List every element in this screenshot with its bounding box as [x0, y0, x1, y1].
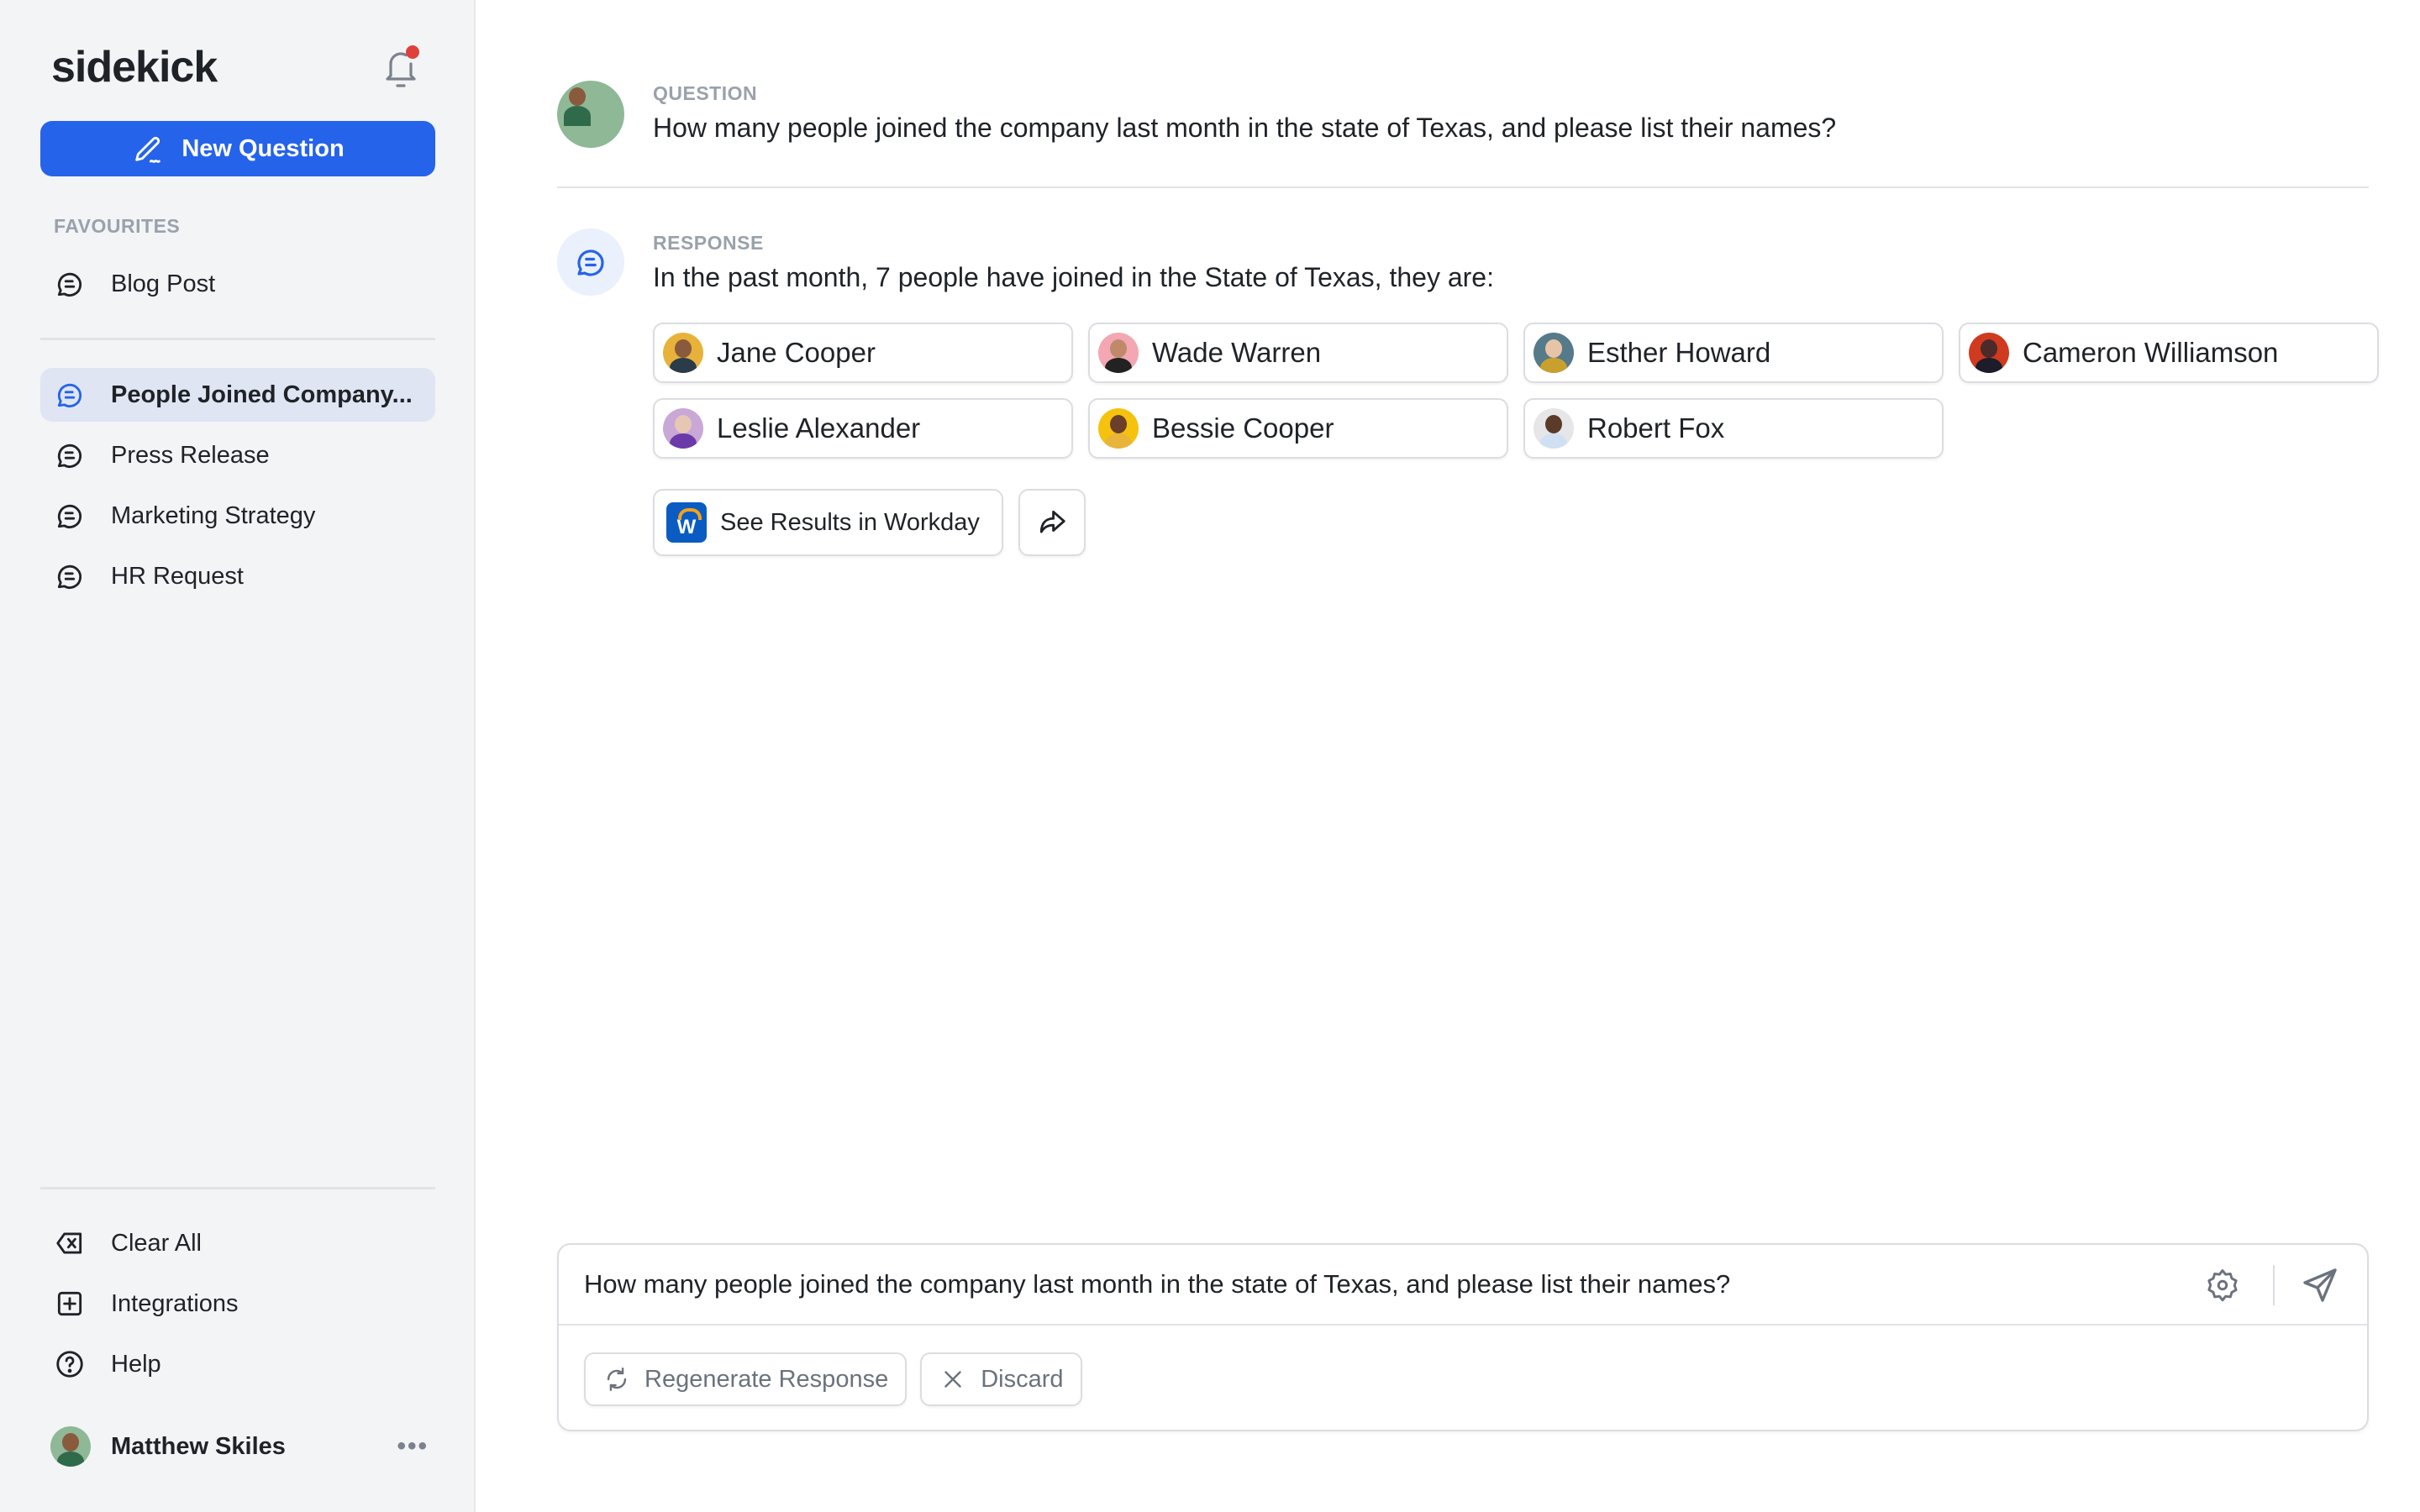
workday-button-label: See Results in Workday	[720, 508, 980, 536]
question-input[interactable]	[584, 1245, 2181, 1324]
sidebar-item-label: People Joined Company...	[111, 381, 413, 408]
message-divider	[557, 186, 2369, 188]
sidebar-divider	[40, 338, 435, 340]
sidebar-item-people-joined-company[interactable]: People Joined Company...	[40, 368, 435, 422]
person-name: Leslie Alexander	[717, 412, 921, 444]
person-name: Jane Cooper	[717, 337, 876, 368]
see-results-in-workday-button[interactable]: W See Results in Workday	[653, 489, 1003, 556]
user-profile[interactable]: Matthew Skiles •••	[50, 1425, 429, 1468]
chat-icon	[57, 504, 82, 528]
person-avatar	[1969, 333, 2009, 373]
person-chip[interactable]: Jane Cooper	[653, 323, 1073, 383]
question-label: QUESTION	[653, 82, 758, 104]
person-name: Esther Howard	[1587, 337, 1771, 368]
people-list: Jane Cooper Wade Warren Esther Howard Camer…	[653, 323, 2379, 459]
sidebar-item-label: Help	[111, 1350, 161, 1378]
person-avatar	[663, 408, 703, 449]
brand-logo: sidekick	[51, 43, 218, 92]
sidebar-item-hr-request[interactable]: HR Request	[40, 549, 435, 603]
help-button[interactable]: Help	[40, 1337, 435, 1391]
notification-badge	[406, 45, 419, 59]
refresh-icon	[607, 1368, 627, 1391]
chat-icon	[577, 249, 604, 276]
person-chip[interactable]: Esther Howard	[1523, 323, 1944, 383]
app-root: sidekick New Question FAVOURITES Blog Po…	[0, 0, 2420, 1512]
chat-icon	[57, 564, 82, 589]
person-avatar	[1098, 408, 1139, 449]
sidebar-header: sidekick	[51, 37, 421, 97]
sidebar-item-label: Blog Post	[111, 270, 216, 297]
share-button[interactable]	[1018, 489, 1086, 556]
sidebar-item-label: Press Release	[111, 441, 270, 469]
send-icon[interactable]	[2300, 1265, 2340, 1305]
person-chip[interactable]: Leslie Alexander	[653, 398, 1073, 459]
notifications-button[interactable]	[381, 45, 421, 89]
more-options-button[interactable]: •••	[397, 1432, 429, 1461]
help-circle-icon	[56, 1351, 83, 1378]
new-question-label: New Question	[182, 134, 345, 162]
chat-icon	[57, 444, 82, 468]
response-actions: W See Results in Workday	[653, 489, 1086, 556]
person-name: Wade Warren	[1152, 337, 1322, 368]
share-forward-icon	[1039, 510, 1065, 533]
person-chip[interactable]: Wade Warren	[1088, 323, 1508, 383]
regenerate-label: Regenerate Response	[644, 1365, 889, 1393]
user-name: Matthew Skiles	[111, 1432, 286, 1460]
plus-square-icon	[57, 1291, 82, 1316]
sidebar-item-label: HR Request	[111, 562, 244, 590]
workday-logo-icon: W	[666, 502, 707, 543]
chat-icon	[57, 383, 82, 407]
person-name: Cameron Williamson	[2023, 337, 2279, 368]
sidebar: sidekick New Question FAVOURITES Blog Po…	[0, 0, 476, 1512]
response-avatar	[557, 228, 624, 296]
person-name: Bessie Cooper	[1152, 412, 1334, 444]
question-text: How many people joined the company last …	[653, 113, 1837, 143]
person-name: Robert Fox	[1587, 412, 1725, 444]
person-chip[interactable]: Cameron Williamson	[1959, 323, 2379, 383]
response-text: In the past month, 7 people have joined …	[653, 262, 1494, 292]
sidebar-item-label: Marketing Strategy	[111, 501, 316, 529]
backspace-x-icon	[56, 1232, 82, 1254]
new-question-button[interactable]: New Question	[40, 121, 435, 176]
person-chip[interactable]: Bessie Cooper	[1088, 398, 1508, 459]
sidebar-item-label: Clear All	[111, 1229, 202, 1257]
question-avatar	[557, 81, 624, 148]
sidebar-item-blog-post[interactable]: Blog Post	[40, 257, 435, 311]
composer-actions: Regenerate Response Discard	[584, 1352, 1082, 1406]
response-label: RESPONSE	[653, 232, 764, 254]
close-icon	[944, 1371, 961, 1388]
person-avatar	[1534, 408, 1574, 449]
conversation-pane: QUESTION How many people joined the comp…	[476, 0, 2420, 1512]
chat-icon	[57, 272, 82, 297]
favourites-heading: FAVOURITES	[54, 215, 181, 237]
sidebar-item-marketing-strategy[interactable]: Marketing Strategy	[40, 489, 435, 543]
discard-label: Discard	[981, 1365, 1064, 1393]
person-avatar	[1098, 333, 1139, 373]
gear-icon[interactable]	[2204, 1267, 2241, 1304]
person-avatar	[663, 333, 703, 373]
person-chip[interactable]: Robert Fox	[1523, 398, 1944, 459]
sidebar-divider	[40, 1187, 435, 1189]
sidebar-item-press-release[interactable]: Press Release	[40, 428, 435, 482]
person-avatar	[1534, 333, 1574, 373]
avatar	[50, 1426, 91, 1467]
pen-icon	[135, 136, 161, 163]
sidebar-item-label: Integrations	[111, 1289, 239, 1317]
composer-separator	[2273, 1265, 2275, 1305]
discard-button[interactable]: Discard	[920, 1352, 1082, 1406]
regenerate-response-button[interactable]: Regenerate Response	[584, 1352, 908, 1406]
integrations-button[interactable]: Integrations	[40, 1277, 435, 1331]
clear-all-button[interactable]: Clear All	[40, 1216, 435, 1270]
composer-divider	[559, 1324, 2367, 1326]
composer: Regenerate Response Discard	[557, 1243, 2369, 1431]
